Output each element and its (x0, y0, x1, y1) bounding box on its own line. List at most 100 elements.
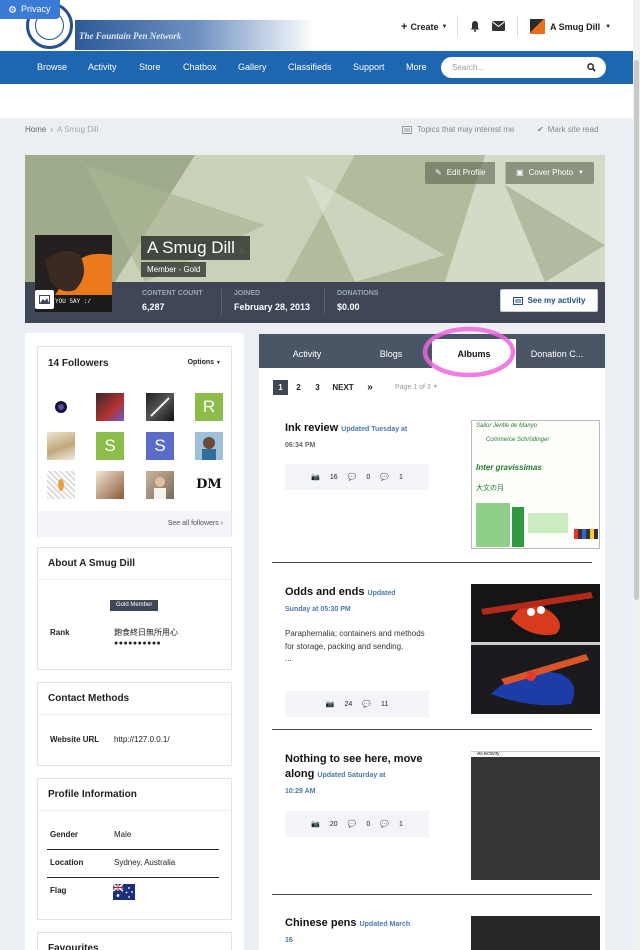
next-page[interactable]: NEXT (330, 380, 356, 395)
caret-down-icon: ▼ (432, 384, 438, 390)
see-all-followers[interactable]: See all followers › (38, 511, 231, 537)
gear-icon (9, 6, 16, 13)
nav-item-chatbox[interactable]: Chatbox (183, 51, 217, 84)
breadcrumb-home[interactable]: Home (25, 125, 46, 134)
follower-avatar[interactable] (47, 393, 75, 421)
topics-link[interactable]: Topics that may interest me (402, 125, 514, 134)
album-thumbnail[interactable]: All Activity (471, 751, 600, 880)
last-page[interactable]: » (364, 380, 376, 395)
tab-albums[interactable]: Albums (440, 334, 508, 368)
see-activity-label: See my activity (527, 296, 586, 305)
followers-title: 14 Followers (48, 358, 109, 369)
profile-info-title: Profile Information (38, 779, 231, 811)
pencil-icon: ✎ (435, 168, 442, 177)
page-3[interactable]: 3 (310, 380, 325, 395)
privacy-button[interactable]: Privacy (0, 0, 60, 19)
breadcrumb-current: A Smug Dill (57, 125, 99, 134)
follower-avatar[interactable]: DM (195, 471, 223, 499)
website-label: Website URL (50, 735, 100, 744)
follower-avatar[interactable] (146, 471, 174, 499)
album-title[interactable]: Nothing to see here, move along Updated … (285, 752, 435, 799)
scrollbar[interactable] (633, 0, 640, 950)
nav-item-gallery[interactable]: Gallery (238, 51, 267, 84)
search-icon[interactable] (587, 63, 596, 72)
album-title[interactable]: Odds and ends Updated Sunday at 05:30 PM (285, 585, 435, 617)
album-stats: 📷 20 💬 0 💬 1 (285, 811, 429, 837)
comment-count: 0 (366, 820, 371, 828)
tab-blogs[interactable]: Blogs (361, 334, 421, 368)
newspaper-icon (512, 296, 523, 305)
follower-avatar[interactable]: S (96, 432, 124, 460)
comment-icon: 💬 (347, 821, 357, 828)
album-title[interactable]: Chinese pens Updated March 16 (285, 916, 435, 948)
user-menu[interactable]: A Smug Dill ▼ (530, 19, 611, 34)
contact-title: Contact Methods (38, 683, 231, 715)
page-1[interactable]: 1 (273, 380, 288, 395)
stat-divider (324, 289, 325, 315)
ink-swatches (476, 503, 598, 547)
follower-avatar[interactable] (47, 471, 75, 499)
album-stats: 📷 16 💬 0 💬 1 (285, 464, 429, 490)
edit-profile-button[interactable]: ✎ Edit Profile (425, 162, 496, 184)
album-thumbnail[interactable]: Sailor Jentle de Manyo Commerce Schrödin… (471, 420, 600, 549)
follower-avatar[interactable]: S (146, 432, 174, 460)
follower-avatar[interactable] (47, 432, 75, 460)
tab-donation[interactable]: Donation C... (522, 334, 592, 368)
image-icon (39, 295, 50, 304)
change-photo-button[interactable] (35, 290, 54, 309)
newspaper-icon (402, 125, 412, 134)
tab-activity[interactable]: Activity (275, 334, 339, 368)
ad-band (0, 84, 633, 118)
nav-item-classifieds[interactable]: Classifieds (288, 51, 332, 84)
comment-count: 0 (366, 473, 371, 481)
nav-item-support[interactable]: Support (353, 51, 385, 84)
mark-read-link[interactable]: ✔ Mark site read (537, 125, 598, 134)
album-updated: Updated Tuesday at (341, 426, 408, 433)
album-title[interactable]: Ink review Updated Tuesday at 06:34 PM (285, 421, 435, 453)
nav-item-store[interactable]: Store (139, 51, 161, 84)
nav-item-activity[interactable]: Activity (88, 51, 117, 84)
album-time: 16 (285, 937, 293, 944)
album-thumbnail[interactable] (471, 584, 600, 714)
follower-avatar[interactable]: R (195, 393, 223, 421)
eye-slash-icon[interactable]: ◌ (240, 246, 245, 255)
follower-avatar[interactable] (146, 393, 174, 421)
see-activity-button[interactable]: See my activity (500, 289, 598, 312)
scrollbar-thumb[interactable] (634, 60, 639, 600)
camera-icon: 📷 (311, 474, 320, 481)
row-divider (47, 849, 219, 850)
ink-review-line: 大文の月 (476, 485, 504, 492)
envelope-icon[interactable] (492, 21, 505, 31)
review-count: 1 (398, 473, 403, 481)
create-button[interactable]: + Create ▼ (401, 21, 447, 33)
profile-name: A Smug Dill ◌ (141, 236, 251, 260)
review-count: 11 (380, 700, 389, 708)
stat-value-content: 6,287 (142, 302, 165, 312)
camera-icon: 📷 (325, 701, 335, 708)
cover-photo-button[interactable]: ▣ Cover Photo ▼ (505, 162, 594, 184)
flag-label: Flag (50, 886, 67, 895)
user-name: A Smug Dill (550, 21, 601, 32)
edit-profile-label: Edit Profile (446, 168, 486, 177)
follower-avatar[interactable] (96, 471, 124, 499)
about-title: About A Smug Dill (38, 548, 231, 580)
gender-label: Gender (50, 830, 79, 839)
page-2[interactable]: 2 (291, 380, 306, 395)
website-link[interactable]: http://127.0.0.1/ (114, 735, 170, 744)
camera-icon: 📷 (311, 821, 320, 828)
album-divider (272, 729, 592, 730)
australia-flag-icon (113, 884, 135, 900)
check-icon: ✔ (537, 125, 544, 134)
user-avatar (530, 19, 545, 34)
follower-avatar[interactable] (96, 393, 124, 421)
followers-options[interactable]: Options ▼ (188, 359, 221, 366)
caret-down-icon: ▼ (605, 23, 612, 30)
follower-avatar[interactable] (195, 432, 223, 460)
cover-photo-label: Cover Photo (528, 168, 574, 177)
page-jump[interactable]: Page 1 of 3 ▼ (395, 380, 450, 395)
nav-item-browse[interactable]: Browse (37, 51, 67, 84)
bell-icon[interactable] (469, 20, 481, 32)
header-divider (517, 15, 518, 37)
nav-item-more[interactable]: More (406, 51, 427, 84)
album-thumbnail[interactable] (471, 916, 600, 950)
